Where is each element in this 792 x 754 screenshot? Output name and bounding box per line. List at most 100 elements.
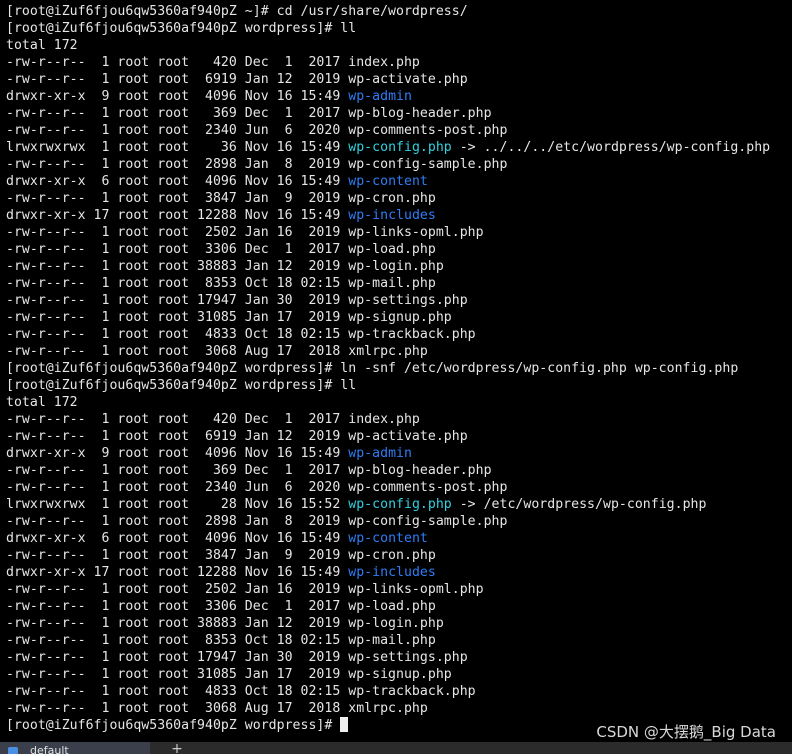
terminal-text: [root@iZuf6fjou6qw5360af940pZ wordpress]… [6, 21, 357, 36]
terminal-text: -> /etc/wordpress/wp-config.php [451, 497, 707, 512]
text-cursor [340, 717, 349, 732]
terminal-line: total 172 [6, 394, 770, 411]
terminal-text: lrwxrwxrwx 1 root root 36 Nov 16 15:49 [6, 140, 349, 155]
terminal-line: -rw-r--r-- 1 root root 8353 Oct 18 02:15… [6, 275, 770, 292]
terminal-text: drwxr-xr-x 6 root root 4096 Nov 16 15:49 [6, 174, 349, 189]
terminal-text: drwxr-xr-x 17 root root 12288 Nov 16 15:… [6, 565, 349, 580]
terminal-line: -rw-r--r-- 1 root root 2898 Jan 8 2019 w… [6, 156, 770, 173]
terminal-line: -rw-r--r-- 1 root root 38883 Jan 12 2019… [6, 258, 770, 275]
terminal-line: -rw-r--r-- 1 root root 4833 Oct 18 02:15… [6, 326, 770, 343]
terminal-line: -rw-r--r-- 1 root root 2502 Jan 16 2019 … [6, 581, 770, 598]
terminal-line: -rw-r--r-- 1 root root 420 Dec 1 2017 in… [6, 54, 770, 71]
terminal-text: -rw-r--r-- 1 root root 2898 Jan 8 2019 w… [6, 157, 508, 172]
terminal-text: -rw-r--r-- 1 root root 4833 Oct 18 02:15… [6, 327, 476, 342]
terminal-text: drwxr-xr-x 17 root root 12288 Nov 16 15:… [6, 208, 349, 223]
terminal-line: [root@iZuf6fjou6qw5360af940pZ ~]# cd /us… [6, 3, 770, 20]
terminal-line: lrwxrwxrwx 1 root root 36 Nov 16 15:49 w… [6, 139, 770, 156]
terminal-line: -rw-r--r-- 1 root root 369 Dec 1 2017 wp… [6, 105, 770, 122]
terminal-text: -rw-r--r-- 1 root root 369 Dec 1 2017 wp… [6, 106, 492, 121]
directory-name: wp-admin [348, 89, 412, 104]
terminal-text: -rw-r--r-- 1 root root 2502 Jan 16 2019 … [6, 225, 484, 240]
terminal-line: -rw-r--r-- 1 root root 2898 Jan 8 2019 w… [6, 513, 770, 530]
terminal-icon [8, 747, 18, 754]
terminal-line: -rw-r--r-- 1 root root 6919 Jan 12 2019 … [6, 71, 770, 88]
directory-name: wp-content [348, 174, 428, 189]
terminal-text: -rw-r--r-- 1 root root 3847 Jan 9 2019 w… [6, 548, 436, 563]
terminal-text: -rw-r--r-- 1 root root 38883 Jan 12 2019… [6, 259, 444, 274]
terminal-text: -rw-r--r-- 1 root root 3847 Jan 9 2019 w… [6, 191, 436, 206]
terminal-line: -rw-r--r-- 1 root root 31085 Jan 17 2019… [6, 666, 770, 683]
directory-name: wp-includes [348, 565, 436, 580]
terminal-line: -rw-r--r-- 1 root root 3306 Dec 1 2017 w… [6, 241, 770, 258]
terminal-line: -rw-r--r-- 1 root root 17947 Jan 30 2019… [6, 649, 770, 666]
terminal-text: -rw-r--r-- 1 root root 3068 Aug 17 2018 … [6, 344, 428, 359]
directory-name: wp-content [348, 531, 428, 546]
terminal-output: [root@iZuf6fjou6qw5360af940pZ ~]# cd /us… [6, 3, 770, 734]
terminal-text: -rw-r--r-- 1 root root 38883 Jan 12 2019… [6, 616, 444, 631]
terminal-text: total 172 [6, 395, 78, 410]
terminal-text: -rw-r--r-- 1 root root 2340 Jun 6 2020 w… [6, 480, 508, 495]
terminal-line: -rw-r--r-- 1 root root 3306 Dec 1 2017 w… [6, 598, 770, 615]
terminal-line: drwxr-xr-x 17 root root 12288 Nov 16 15:… [6, 207, 770, 224]
terminal-line: -rw-r--r-- 1 root root 2340 Jun 6 2020 w… [6, 122, 770, 139]
terminal-text: -rw-r--r-- 1 root root 31085 Jan 17 2019… [6, 667, 452, 682]
terminal-text: -rw-r--r-- 1 root root 4833 Oct 18 02:15… [6, 684, 476, 699]
terminal-text: -rw-r--r-- 1 root root 369 Dec 1 2017 wp… [6, 463, 492, 478]
terminal-text: -rw-r--r-- 1 root root 8353 Oct 18 02:15… [6, 633, 436, 648]
terminal-text: lrwxrwxrwx 1 root root 28 Nov 16 15:52 [6, 497, 349, 512]
terminal-line: [root@iZuf6fjou6qw5360af940pZ wordpress]… [6, 20, 770, 37]
terminal-text: -rw-r--r-- 1 root root 17947 Jan 30 2019… [6, 650, 468, 665]
terminal-line: -rw-r--r-- 1 root root 369 Dec 1 2017 wp… [6, 462, 770, 479]
terminal-window[interactable]: [root@iZuf6fjou6qw5360af940pZ ~]# cd /us… [0, 0, 792, 742]
symlink-name: wp-config.php [348, 497, 452, 512]
terminal-text: -rw-r--r-- 1 root root 2340 Jun 6 2020 w… [6, 123, 508, 138]
terminal-text: -rw-r--r-- 1 root root 6919 Jan 12 2019 … [6, 429, 468, 444]
terminal-text: drwxr-xr-x 9 root root 4096 Nov 16 15:49 [6, 89, 349, 104]
directory-name: wp-includes [348, 208, 436, 223]
terminal-line: drwxr-xr-x 6 root root 4096 Nov 16 15:49… [6, 530, 770, 547]
terminal-line: -rw-r--r-- 1 root root 4833 Oct 18 02:15… [6, 683, 770, 700]
terminal-line: -rw-r--r-- 1 root root 420 Dec 1 2017 in… [6, 411, 770, 428]
terminal-line: -rw-r--r-- 1 root root 3847 Jan 9 2019 w… [6, 547, 770, 564]
symlink-name: wp-config.php [348, 140, 452, 155]
shell-prompt: [root@iZuf6fjou6qw5360af940pZ wordpress]… [6, 718, 341, 733]
terminal-line: -rw-r--r-- 1 root root 3068 Aug 17 2018 … [6, 700, 770, 717]
session-tab-default[interactable]: default [0, 742, 150, 754]
terminal-line: drwxr-xr-x 9 root root 4096 Nov 16 15:49… [6, 445, 770, 462]
terminal-text: -rw-r--r-- 1 root root 2502 Jan 16 2019 … [6, 582, 484, 597]
directory-name: wp-admin [348, 446, 412, 461]
terminal-line: -rw-r--r-- 1 root root 2502 Jan 16 2019 … [6, 224, 770, 241]
terminal-text: drwxr-xr-x 6 root root 4096 Nov 16 15:49 [6, 531, 349, 546]
terminal-text: -rw-r--r-- 1 root root 3306 Dec 1 2017 w… [6, 242, 436, 257]
terminal-text: drwxr-xr-x 9 root root 4096 Nov 16 15:49 [6, 446, 349, 461]
terminal-text: [root@iZuf6fjou6qw5360af940pZ wordpress]… [6, 378, 357, 393]
watermark: CSDN @大摆鹅_Big Data [596, 723, 776, 741]
terminal-text: -rw-r--r-- 1 root root 420 Dec 1 2017 in… [6, 55, 420, 70]
terminal-line: -rw-r--r-- 1 root root 6919 Jan 12 2019 … [6, 428, 770, 445]
terminal-line: -rw-r--r-- 1 root root 8353 Oct 18 02:15… [6, 632, 770, 649]
terminal-text: [root@iZuf6fjou6qw5360af940pZ wordpress]… [6, 361, 739, 376]
terminal-line: drwxr-xr-x 17 root root 12288 Nov 16 15:… [6, 564, 770, 581]
terminal-text: -> ../../../etc/wordpress/wp-config.php [451, 140, 771, 155]
terminal-line: lrwxrwxrwx 1 root root 28 Nov 16 15:52 w… [6, 496, 770, 513]
terminal-text: -rw-r--r-- 1 root root 3068 Aug 17 2018 … [6, 701, 428, 716]
terminal-line: [root@iZuf6fjou6qw5360af940pZ wordpress]… [6, 377, 770, 394]
terminal-text: -rw-r--r-- 1 root root 3306 Dec 1 2017 w… [6, 599, 436, 614]
terminal-text: [root@iZuf6fjou6qw5360af940pZ ~]# cd /us… [6, 4, 468, 19]
terminal-line: total 172 [6, 37, 770, 54]
terminal-line: -rw-r--r-- 1 root root 31085 Jan 17 2019… [6, 309, 770, 326]
terminal-line: -rw-r--r-- 1 root root 38883 Jan 12 2019… [6, 615, 770, 632]
terminal-line: [root@iZuf6fjou6qw5360af940pZ wordpress]… [6, 360, 770, 377]
terminal-text: -rw-r--r-- 1 root root 17947 Jan 30 2019… [6, 293, 468, 308]
terminal-line: -rw-r--r-- 1 root root 3847 Jan 9 2019 w… [6, 190, 770, 207]
terminal-line: drwxr-xr-x 9 root root 4096 Nov 16 15:49… [6, 88, 770, 105]
terminal-text: -rw-r--r-- 1 root root 6919 Jan 12 2019 … [6, 72, 468, 87]
terminal-line: drwxr-xr-x 6 root root 4096 Nov 16 15:49… [6, 173, 770, 190]
terminal-text: -rw-r--r-- 1 root root 31085 Jan 17 2019… [6, 310, 452, 325]
new-tab-button[interactable]: + [170, 742, 184, 754]
terminal-text: -rw-r--r-- 1 root root 8353 Oct 18 02:15… [6, 276, 436, 291]
terminal-line: -rw-r--r-- 1 root root 2340 Jun 6 2020 w… [6, 479, 770, 496]
terminal-line: -rw-r--r-- 1 root root 17947 Jan 30 2019… [6, 292, 770, 309]
terminal-text: total 172 [6, 38, 78, 53]
session-tab-bar: default + [0, 742, 792, 754]
